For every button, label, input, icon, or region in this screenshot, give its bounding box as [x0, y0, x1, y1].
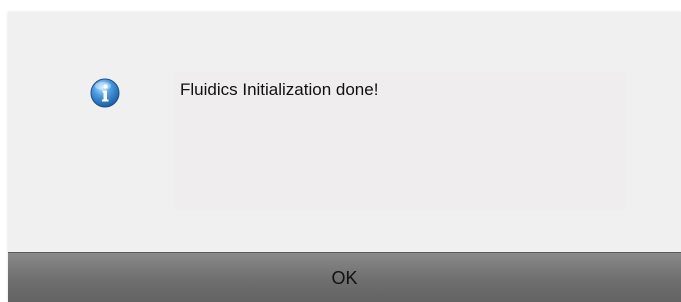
- message-dialog: Fluidics Initialization done! OK: [8, 12, 681, 302]
- info-icon: [90, 78, 120, 108]
- ok-button[interactable]: OK: [8, 252, 681, 302]
- message-text: Fluidics Initialization done!: [180, 80, 379, 99]
